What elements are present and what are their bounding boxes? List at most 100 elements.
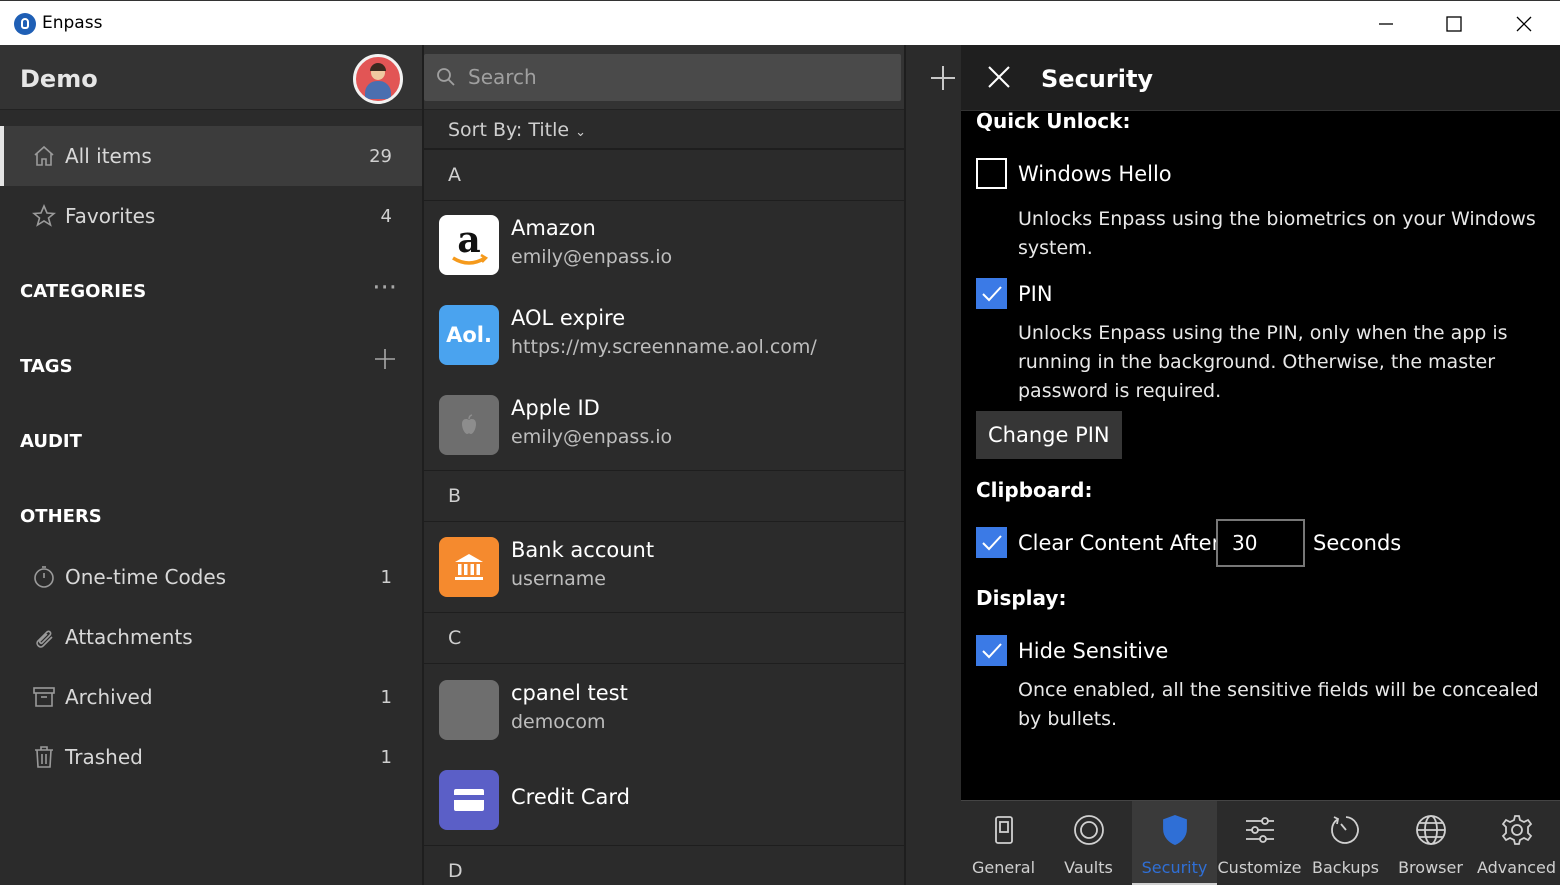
tab-customize[interactable]: Customize [1217,801,1302,885]
backup-clock-icon [1329,813,1363,847]
section-audit[interactable]: AUDIT [20,431,82,452]
hide-sensitive-checkbox[interactable] [976,635,1007,666]
list-item-credit-card[interactable]: Credit Card [424,755,904,845]
minimize-button[interactable] [1352,1,1420,46]
sliders-icon [1243,813,1277,847]
clipboard-heading: Clipboard: [976,478,1093,502]
aol-logo-icon: Aol. [439,305,499,365]
sidebar-item-label: One-time Codes [65,565,227,589]
credit-card-icon [439,770,499,830]
amazon-logo-icon: a [439,215,499,275]
settings-panel: Security Quick Unlock: Windows Hello Unl… [961,45,1560,885]
tab-vaults[interactable]: Vaults [1046,801,1131,885]
vault-icon [1072,813,1106,847]
tab-backups[interactable]: Backups [1303,801,1388,885]
sidebar-item-attachments[interactable]: Attachments [0,607,422,667]
avatar[interactable] [353,54,403,104]
item-subtitle: emily@enpass.io [511,246,673,268]
add-tag-icon[interactable] [373,347,397,378]
close-window-button[interactable] [1490,1,1558,46]
change-pin-button[interactable]: Change PIN [976,411,1122,459]
clear-clipboard-seconds-input[interactable] [1216,519,1305,567]
item-count: 1 [380,566,392,588]
item-list-panel: Sort By: Title ⌄ A a Amazon emily@enpass… [422,45,906,885]
list-item-aol[interactable]: Aol. AOL expire https://my.screenname.ao… [424,290,904,380]
sidebar-item-favorites[interactable]: Favorites 4 [0,186,422,246]
pin-checkbox[interactable] [976,278,1007,309]
seconds-field[interactable] [1232,531,1292,555]
sidebar-item-label: Favorites [65,204,156,228]
sidebar-item-all-items[interactable]: All items 29 [0,126,422,186]
tab-label: Backups [1312,858,1379,877]
detail-panel [904,45,964,885]
windows-hello-label: Windows Hello [1018,162,1172,186]
timer-icon [32,565,56,589]
tab-general[interactable]: General [961,801,1046,885]
group-header: C [424,612,904,664]
title-bar: Enpass [0,0,1560,45]
close-settings-button[interactable] [987,65,1011,93]
list-item-apple-id[interactable]: Apple ID emily@enpass.io [424,380,904,470]
tab-label: Customize [1217,858,1302,877]
tab-label: Browser [1398,858,1463,877]
section-others: OTHERS [20,506,102,527]
list-item-bank-account[interactable]: Bank account username [424,522,904,612]
maximize-icon [1446,15,1462,32]
group-header: A [424,149,904,201]
windows-hello-checkbox[interactable] [976,158,1007,189]
vault-name[interactable]: Demo [20,65,98,93]
item-subtitle: emily@enpass.io [511,426,673,448]
home-icon [32,144,56,168]
settings-title: Security [1041,65,1154,93]
tab-advanced[interactable]: Advanced [1474,801,1559,885]
search-input[interactable] [468,62,868,92]
item-count: 4 [380,205,392,227]
clear-clipboard-checkbox[interactable] [976,527,1007,558]
maximize-button[interactable] [1420,1,1488,46]
tab-label: Vaults [1064,858,1113,877]
tab-security[interactable]: Security [1132,801,1217,885]
pin-label: PIN [1018,282,1053,306]
hide-sensitive-label: Hide Sensitive [1018,639,1169,663]
chevron-down-icon: ⌄ [575,125,586,140]
section-tags[interactable]: TAGS [20,356,73,377]
gear-icon [1500,813,1534,847]
add-item-button[interactable] [930,61,956,99]
sort-dropdown[interactable]: Sort By: Title ⌄ [424,111,906,149]
sidebar-item-one-time-codes[interactable]: One-time Codes 1 [0,547,422,607]
svg-text:a: a [457,220,480,261]
sort-label: Sort By: Title ⌄ [448,119,586,141]
list-item-cpanel-test[interactable]: cpanel test democom [424,665,904,755]
sidebar-item-label: Attachments [65,625,193,649]
close-icon [988,66,1010,88]
sidebar-item-label: Trashed [65,745,143,769]
apple-logo-icon [439,395,499,455]
section-categories[interactable]: CATEGORIES [20,281,146,302]
item-count: 1 [380,746,392,768]
group-header: D [424,845,904,885]
sidebar: Demo All items 29 Favorites 4 CATEGORIES… [0,45,422,885]
settings-header: Security [961,45,1560,111]
minimize-icon [1379,22,1393,25]
tab-label: Security [1141,858,1208,877]
item-subtitle: username [511,568,606,590]
sidebar-item-label: Archived [65,685,153,709]
item-count: 29 [369,145,392,167]
checkmark-icon [982,286,1002,302]
globe-icon [1414,813,1448,847]
sidebar-item-trashed[interactable]: Trashed 1 [0,727,422,787]
hide-sensitive-description: Once enabled, all the sensitive fields w… [1018,679,1539,730]
more-options-icon[interactable]: ··· [372,273,397,303]
sidebar-header: Demo [0,45,422,110]
sidebar-item-archived[interactable]: Archived 1 [0,667,422,727]
general-icon [987,813,1021,847]
item-title: Amazon [511,216,596,240]
windows-hello-description: Unlocks Enpass using the biometrics on y… [1018,208,1536,259]
tab-browser[interactable]: Browser [1388,801,1473,885]
search-box[interactable] [424,54,901,101]
plus-icon [931,66,955,90]
item-title: Bank account [511,538,655,562]
search-icon [437,68,455,86]
list-item-amazon[interactable]: a Amazon emily@enpass.io [424,200,904,290]
archive-icon [32,685,56,709]
